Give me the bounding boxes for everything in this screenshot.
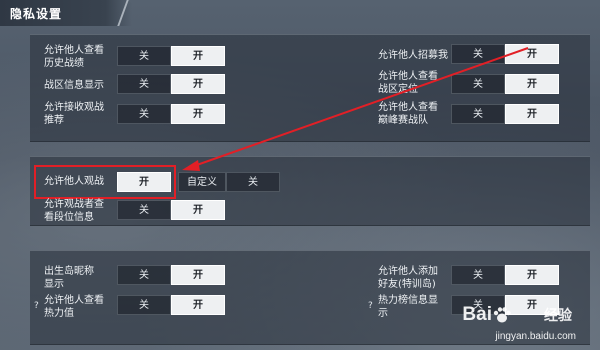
watermark-brand: Bai <box>462 304 492 325</box>
add-friend-off-button[interactable]: 关 <box>451 265 505 285</box>
setting-label: 热力值 <box>44 308 74 319</box>
setting-label: 热力榜信息显 <box>378 295 438 306</box>
setting-label: 出生岛昵称 <box>44 266 94 277</box>
heat-value-on-button[interactable]: 开 <box>171 295 225 315</box>
setting-label: 示 <box>378 308 388 319</box>
island-name-off-button[interactable]: 关 <box>117 265 171 285</box>
watermark-url: jingyan.baidu.com <box>495 331 576 342</box>
island-name-on-button[interactable]: 开 <box>171 265 225 285</box>
watermark-jingyan: 经验 <box>544 308 572 324</box>
setting-label: 显示 <box>44 279 64 290</box>
add-friend-on-button[interactable]: 开 <box>505 265 559 285</box>
heat-value-off-button[interactable]: 关 <box>117 295 171 315</box>
help-icon[interactable]: ? <box>368 301 373 311</box>
help-icon[interactable]: ? <box>34 301 39 311</box>
setting-label: 好友(特训岛) <box>378 279 436 290</box>
setting-label: 允许他人添加 <box>378 266 438 277</box>
paw-icon <box>493 307 511 323</box>
setting-label: 允许他人查看 <box>44 295 104 306</box>
